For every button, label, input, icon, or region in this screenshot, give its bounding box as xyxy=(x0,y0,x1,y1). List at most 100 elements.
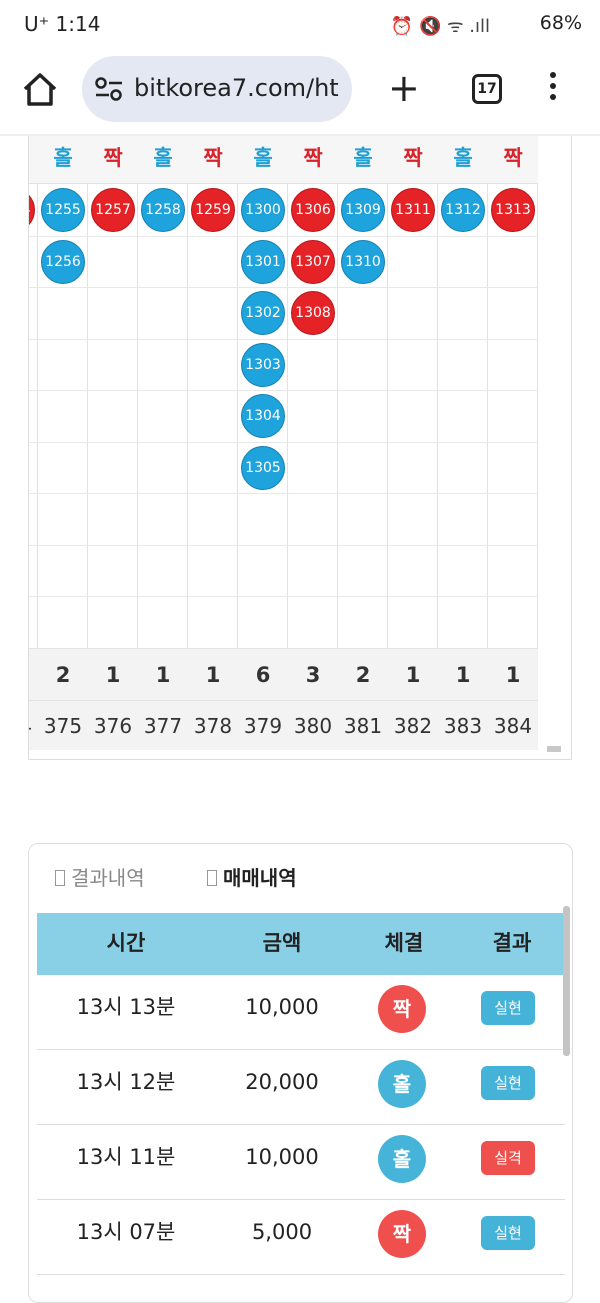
table-row[interactable]: 13시 12분 20,000 홀 실현 xyxy=(37,1050,565,1125)
grid-line xyxy=(38,544,88,546)
result-ball: 1309 xyxy=(341,188,385,232)
grid-line xyxy=(29,441,38,443)
board-column: 홀 1300 1301 1302 1303 1304 1305 6 379 xyxy=(238,136,288,750)
tab-switcher-button[interactable]: 17 xyxy=(472,74,502,104)
grid-line xyxy=(338,493,388,494)
board-scrollbar[interactable] xyxy=(547,746,561,752)
grid-line xyxy=(338,235,388,237)
grid-line xyxy=(38,493,88,494)
board-column: 짝 1311 1 382 xyxy=(388,136,438,750)
grid-line xyxy=(38,390,88,391)
grid-line xyxy=(188,338,238,340)
tab-results[interactable]: 결과내역 xyxy=(55,862,145,891)
streak-count: 1 xyxy=(188,648,238,700)
table-row[interactable]: 13시 07분 5,000 짝 실현 xyxy=(37,1200,565,1275)
result-ball: 1310 xyxy=(341,239,385,284)
tab-results-label: 결과내역 xyxy=(71,866,145,890)
url-text[interactable]: bitkorea7.com/ht xyxy=(134,74,344,102)
grid-line xyxy=(138,596,188,597)
status-icons: ⏰ 🔇 ᯤ .ıll xyxy=(390,16,490,37)
row-trade-badge: 홀 xyxy=(378,1060,426,1108)
home-button[interactable] xyxy=(20,70,60,110)
board-column: 홀 1309 1310 2 381 xyxy=(338,136,388,750)
grid-line xyxy=(288,441,338,443)
grid-line xyxy=(238,235,288,237)
column-number: 376 xyxy=(88,700,138,750)
grid-line xyxy=(438,596,488,597)
column-number: 384 xyxy=(488,700,538,750)
grid-line xyxy=(88,441,138,443)
grid-line xyxy=(29,338,38,340)
grid-line xyxy=(188,544,238,546)
header-time: 시간 xyxy=(106,931,146,955)
grid-line xyxy=(238,338,288,340)
table-row[interactable]: 13시 13분 10,000 짝 실현 xyxy=(37,975,565,1050)
grid-line xyxy=(88,287,138,288)
carrier-time: U⁺ 1:14 xyxy=(24,12,101,36)
result-ball: 1313 xyxy=(491,188,535,232)
more-menu-button[interactable] xyxy=(548,72,558,106)
result-ball: 1259 xyxy=(191,188,235,232)
grid-line xyxy=(138,493,188,494)
grid-line xyxy=(438,390,488,391)
streak-count: 1 xyxy=(88,648,138,700)
grid-line xyxy=(238,287,288,288)
board-columns: 짝12541374홀125512562375짝12571376홀12581377… xyxy=(29,136,571,759)
result-ball: 1254 xyxy=(29,188,35,232)
grid-line xyxy=(438,287,488,288)
grid-line xyxy=(488,287,538,288)
grid-line xyxy=(288,390,338,391)
streak-count: 2 xyxy=(38,648,88,700)
results-board[interactable]: 짝12541374홀125512562375짝12571376홀12581377… xyxy=(28,136,572,760)
grid-line xyxy=(438,338,488,340)
streak-count: 1 xyxy=(488,648,538,700)
grid-line xyxy=(438,235,488,237)
result-ball: 1303 xyxy=(241,342,285,387)
column-number: 379 xyxy=(238,700,288,750)
grid-line xyxy=(138,235,188,237)
table-row[interactable]: 13시 11분 10,000 홀 실격 xyxy=(37,1125,565,1200)
grid-line xyxy=(29,493,38,494)
site-settings-icon[interactable] xyxy=(94,76,124,102)
grid-line xyxy=(488,338,538,340)
tab-trades[interactable]: 매매내역 xyxy=(207,862,297,891)
panel-scrollbar[interactable] xyxy=(563,906,570,1056)
grid-line xyxy=(188,390,238,391)
header-result: 결과 xyxy=(492,931,532,955)
new-tab-button[interactable]: + xyxy=(388,68,420,108)
column-header: 홀 xyxy=(138,136,188,184)
board-column: 짝 1259 1 378 xyxy=(188,136,238,750)
result-ball: 1257 xyxy=(91,188,135,232)
browser-toolbar: bitkorea7.com/ht + 17 xyxy=(0,52,600,134)
more-vertical-icon xyxy=(550,72,556,78)
streak-count: 2 xyxy=(338,648,388,700)
grid-line xyxy=(38,338,88,340)
grid-line xyxy=(388,338,438,340)
home-icon xyxy=(23,73,57,106)
grid-line xyxy=(29,390,38,391)
column-number: 375 xyxy=(38,700,88,750)
row-result-badge: 실현 xyxy=(481,991,535,1025)
grid-line xyxy=(138,441,188,443)
grid-line xyxy=(188,441,238,443)
grid-line xyxy=(238,596,288,597)
grid-line xyxy=(288,544,338,546)
grid-line xyxy=(388,287,438,288)
board-column: 홀 1312 1 383 xyxy=(438,136,488,750)
list-icon xyxy=(55,870,65,886)
column-header: 짝 xyxy=(288,136,338,184)
grid-line xyxy=(288,596,338,597)
result-ball: 1301 xyxy=(241,239,285,284)
grid-line xyxy=(29,544,38,546)
result-ball: 1312 xyxy=(441,188,485,232)
grid-line xyxy=(29,596,38,597)
grid-line xyxy=(88,544,138,546)
grid-line xyxy=(88,338,138,340)
row-trade-badge: 짝 xyxy=(378,1210,426,1258)
row-amount: 5,000 xyxy=(251,1220,313,1244)
address-bar[interactable]: bitkorea7.com/ht xyxy=(82,56,352,122)
column-header: 홀 xyxy=(38,136,88,184)
grid-line xyxy=(88,390,138,391)
grid-line xyxy=(338,390,388,391)
row-time: 13시 12분 xyxy=(76,1070,176,1094)
